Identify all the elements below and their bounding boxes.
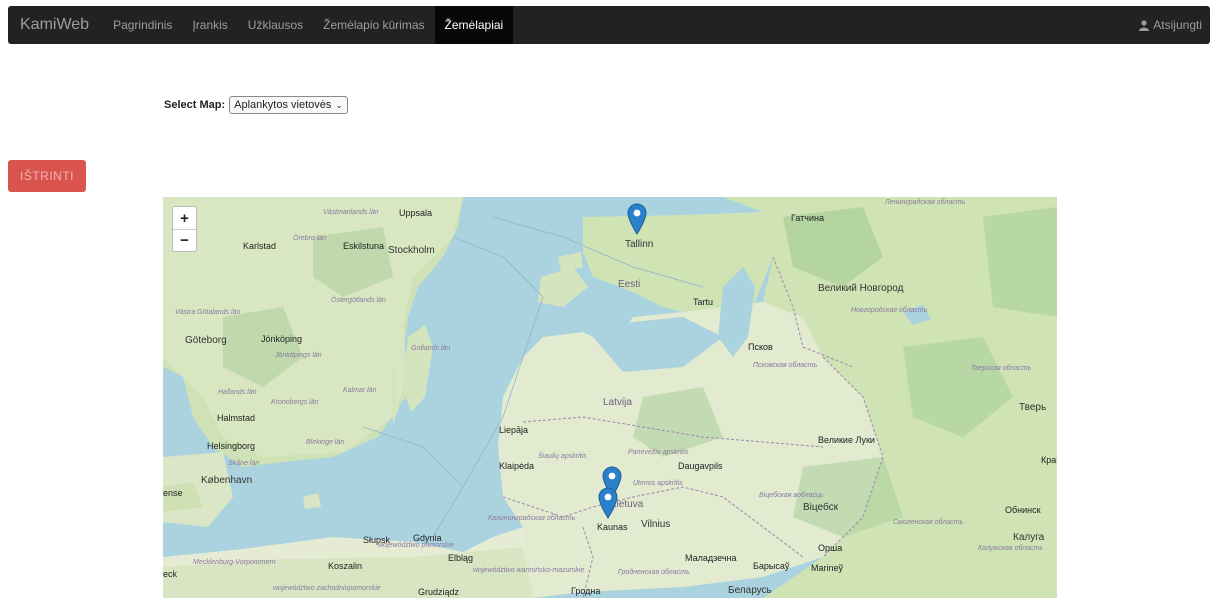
map-label-jonkopings: Jönköpings län (275, 352, 322, 359)
map-label-gotlands: Gotlands län (411, 345, 451, 352)
map-label-barysau: Барысаў (753, 561, 790, 571)
top-navbar: KamiWeb Pagrindinis Įrankis Užklausos Že… (8, 6, 1210, 44)
map-label-novgorod-obl: Новгородская область (851, 307, 928, 314)
map-label-koszalin: Koszalin (328, 561, 363, 571)
map-label-vitebsk-obl: Віцебская вобласць (759, 492, 824, 499)
map-select-value: Aplankytos vietovės (234, 99, 332, 111)
map-label-utena: Utenos apskritis (633, 480, 683, 487)
map-label-hallands: Hallands län (218, 389, 257, 396)
map-label-slupsk: Słupsk (363, 535, 391, 545)
nav-item-zemelapio-kurimas[interactable]: Žemėlapio kūrimas (313, 6, 434, 44)
map-label-eck: eck (163, 569, 178, 579)
map-label-ostergotlands: Östergötlands län (331, 297, 386, 304)
map-label-grodno-obl: Гродненская область (618, 569, 690, 576)
zoom-out-button[interactable]: − (173, 229, 196, 251)
map-label-kaunas: Kaunas (597, 522, 628, 532)
map-label-kaluga: Калуга (1013, 532, 1045, 543)
map-label-karlstad: Karlstad (243, 241, 277, 251)
map-select-dropdown[interactable]: Aplankytos vietovės ⌄ (229, 96, 348, 114)
map-label-kobenhavn: København (201, 475, 253, 486)
map-label-tver-obl: Тверская область (971, 365, 1032, 372)
map-label-kaluga-obl: Калужская область (978, 545, 1044, 552)
map-label-kalmar: Kalmar län (343, 387, 377, 394)
map-label-vilnius: Vilnius (641, 519, 671, 530)
map-label-gatchina: Гатчина (791, 213, 824, 223)
nav-item-zemelapiai[interactable]: Žemėlapiai (434, 6, 514, 44)
map-label-zachodnio: województwo zachodniopomorskie (273, 585, 381, 592)
map-label-blekinge: Blekinge län (306, 439, 345, 446)
map-label-goteborg: Göteborg (185, 335, 227, 346)
map-label-kronobergs: Kronobergs län (271, 399, 319, 406)
map-label-smolensk-obl: Смоленская область (893, 519, 964, 526)
brand-link[interactable]: KamiWeb (8, 6, 103, 44)
logout-link[interactable]: Atsijungti (1131, 6, 1210, 44)
map-label-siauliai: Šiaulių apskritis (538, 453, 587, 460)
map-label-orsha: Орша (818, 543, 843, 553)
map-label-skane: Skåne län (228, 460, 260, 467)
map-view[interactable]: Västmanlands län Örebro län Östergötland… (163, 197, 1057, 598)
zoom-control: + − (172, 206, 197, 252)
user-icon (1139, 19, 1150, 31)
map-label-uppsala: Uppsala (399, 208, 433, 218)
map-label-novgorod: Великий Новгород (818, 283, 904, 294)
map-label-velikie-luki: Великие Луки (818, 435, 875, 445)
map-label-halmstad: Halmstad (217, 413, 256, 423)
nav-item-pagrindinis[interactable]: Pagrindinis (103, 6, 182, 44)
map-label-orebro: Örebro län (293, 235, 327, 242)
map-label-latvija: Latvija (603, 397, 632, 408)
map-label-daugavpils: Daugavpils (678, 461, 723, 471)
map-label-klaipeda: Klaipėda (499, 461, 535, 471)
map-label-mecklenburg: Mecklenburg-Vorpommern (193, 559, 276, 566)
map-select-label: Select Map: (164, 99, 226, 111)
map-label-warminsko: województwo warmińsko-mazurskie (473, 567, 585, 574)
map-label-belarus: Беларусь (728, 585, 772, 596)
map-marker-icon[interactable] (627, 203, 647, 235)
map-label-leningrad-obl: Ленинградская область (885, 199, 966, 206)
map-label-eesti: Eesti (618, 279, 641, 290)
map-label-marina: Marineў (811, 563, 844, 573)
map-label-tver: Тверь (1019, 402, 1047, 413)
logout-label: Atsijungti (1153, 18, 1202, 32)
chevron-down-icon: ⌄ (335, 99, 343, 110)
map-label-pskov: Псков (748, 342, 773, 352)
map-label-elblag: Elbląg (448, 553, 474, 563)
map-label-obninsk: Обнинск (1005, 505, 1041, 515)
map-label-kaliningrad: Калининградская область (488, 515, 576, 522)
map-label-maladzechna: Маладзечна (685, 553, 737, 563)
map-label-stockholm: Stockholm (388, 245, 435, 256)
map-label-tartu: Tartu (693, 297, 714, 307)
map-label-hrodna: Гродна (571, 586, 601, 596)
map-label-ense: ense (163, 488, 183, 498)
map-label-panevezys: Panevėžio apskritis (628, 449, 689, 456)
map-label-vitebsk: Віцебск (803, 502, 838, 513)
map-label-kra: Кра (1041, 455, 1057, 465)
nav-item-irankis[interactable]: Įrankis (182, 6, 237, 44)
map-label-helsingborg: Helsingborg (207, 441, 256, 451)
map-label-liepaja: Liepāja (499, 425, 529, 435)
map-select-row: Select Map: Aplankytos vietovės ⌄ (164, 96, 348, 114)
map-label-jonkoping: Jönköping (261, 334, 303, 344)
map-label-gdynia: Gdynia (413, 533, 442, 543)
map-marker-icon[interactable] (598, 487, 618, 519)
map-label-pskov-obl: Псковская область (753, 362, 818, 369)
zoom-in-button[interactable]: + (173, 207, 196, 229)
map-label-vastmanlands: Västmanlands län (323, 209, 379, 216)
delete-button[interactable]: IŠTRINTI (8, 160, 86, 192)
map-label-grudziadz: Grudziądz (418, 587, 460, 597)
nav-item-uzklausos[interactable]: Užklausos (238, 6, 313, 44)
map-label-eskilstuna: Eskilstuna (343, 241, 385, 251)
map-label-vastra: Västra Götalands län (175, 309, 241, 316)
map-label-tallinn: Tallinn (625, 239, 654, 250)
